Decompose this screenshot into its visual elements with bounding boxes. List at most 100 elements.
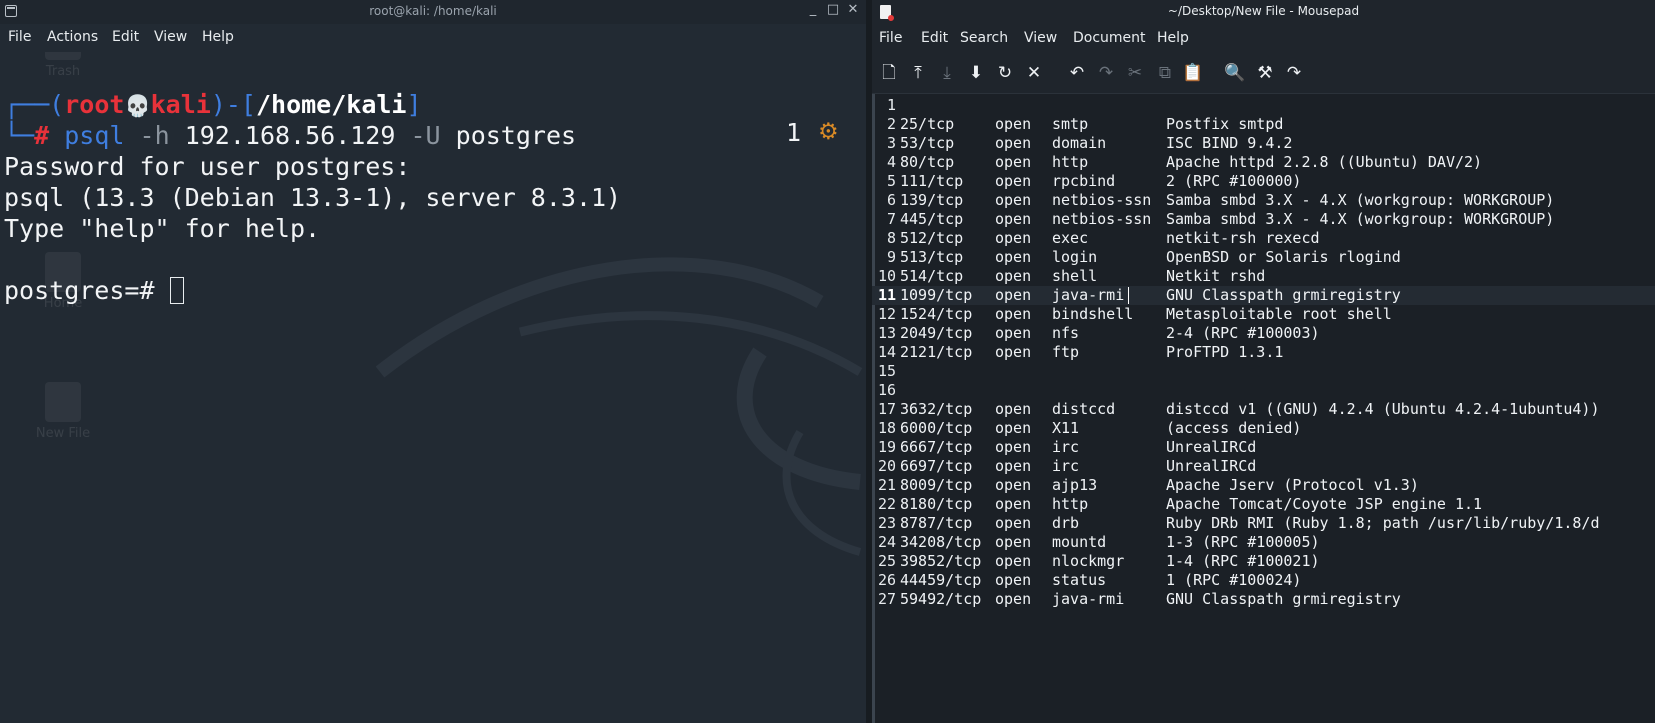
maximize-button[interactable]: □: [825, 2, 841, 17]
trash-icon: [45, 52, 81, 60]
reload-icon[interactable]: ↻: [992, 60, 1018, 86]
menu-search[interactable]: Search: [960, 30, 1008, 46]
line-number: 4: [886, 153, 896, 171]
editor-line[interactable]: 13 2049/tcp open nfs 2-4 (RPC #100003): [872, 324, 1655, 343]
service-text: http: [1052, 495, 1089, 513]
prompt-line-1: ┌──(root💀kali)-[/home/kali]: [4, 90, 422, 119]
menu-edit[interactable]: Edit: [112, 29, 139, 45]
undo-icon[interactable]: ↶: [1064, 60, 1090, 86]
save-as-icon[interactable]: ⬇: [963, 60, 989, 86]
editor-line[interactable]: 16: [872, 381, 1655, 400]
line-number: 8: [886, 229, 896, 247]
port-text: 8180/tcp: [900, 495, 973, 513]
port-text: 139/tcp: [900, 191, 964, 209]
terminal-title: root@kali: /home/kali: [369, 4, 497, 18]
search-icon[interactable]: 🔍: [1222, 60, 1248, 86]
terminal-titlebar[interactable]: root@kali: /home/kali _ □ ✕: [0, 0, 866, 24]
line-number: 14: [877, 343, 896, 361]
cut-icon[interactable]: ✂: [1122, 60, 1148, 86]
menu-actions[interactable]: Actions: [47, 29, 98, 45]
service-text: login: [1052, 248, 1098, 266]
editor-line[interactable]: 4 80/tcp open http Apache httpd 2.2.8 ((Ubun…: [872, 153, 1655, 172]
editor-line[interactable]: 25 39852/tcp open nlockmgr 1-4 (RPC #100021): [872, 552, 1655, 571]
port-text: 59492/tcp: [900, 590, 982, 608]
port-text: 44459/tcp: [900, 571, 982, 589]
mousepad-titlebar[interactable]: ~/Desktop/New File - Mousepad: [872, 0, 1655, 24]
menu-edit[interactable]: Edit: [921, 30, 948, 46]
editor-line[interactable]: 5 111/tcp open rpcbind 2 (RPC #100000): [872, 172, 1655, 191]
menu-help[interactable]: Help: [1157, 30, 1189, 46]
menu-help[interactable]: Help: [202, 29, 234, 45]
editor-line[interactable]: 19 6667/tcp open irc UnrealIRCd: [872, 438, 1655, 457]
line-number: 12: [877, 305, 896, 323]
go-to-line-icon[interactable]: ↷: [1281, 60, 1307, 86]
line-number: 27: [877, 590, 896, 608]
editor-line[interactable]: 6 139/tcp open netbios-ssn Samba smbd 3.X - …: [872, 191, 1655, 210]
editor-line[interactable]: 17 3632/tcp open distccd distccd v1 ((GNU) 4…: [872, 400, 1655, 419]
version-text: GNU Classpath grmiregistry: [1166, 286, 1401, 304]
terminal-output-area[interactable]: Trash Home New File ┌──(root💀kali)-[/hom…: [0, 52, 864, 723]
menu-view[interactable]: View: [154, 29, 187, 45]
service-text: bindshell: [1052, 305, 1134, 323]
service-text: mountd: [1052, 533, 1107, 551]
line-number: 24: [877, 533, 896, 551]
port-text: 1524/tcp: [900, 305, 973, 323]
editor-line[interactable]: 14 2121/tcp open ftp ProFTPD 1.3.1: [872, 343, 1655, 362]
mousepad-toolbar: 🗋 ⤒ ⤓ ⬇ ↻ ✕ ↶ ↷ ✂ ⧉ 📋 🔍 ⚒ ↷: [872, 58, 1655, 86]
paste-icon[interactable]: 📋: [1180, 60, 1206, 86]
search-replace-icon[interactable]: ⚒: [1252, 60, 1278, 86]
minimize-button[interactable]: _: [805, 2, 821, 17]
service-text: java-rmi: [1052, 286, 1125, 304]
line-number: 7: [886, 210, 896, 228]
editor-line[interactable]: 22 8180/tcp open http Apache Tomcat/Coyote J…: [872, 495, 1655, 514]
state-text: open: [995, 191, 1032, 209]
editor-line[interactable]: 11 1099/tcp open java-rmi GNU Classpath grmi…: [872, 286, 1655, 305]
editor-line[interactable]: 3 53/tcp open domain ISC BIND 9.4.2: [872, 134, 1655, 153]
editor-line[interactable]: 20 6697/tcp open irc UnrealIRCd: [872, 457, 1655, 476]
save-icon[interactable]: ⤓: [934, 60, 960, 86]
editor-line[interactable]: 27 59492/tcp open java-rmi GNU Classpath grm…: [872, 590, 1655, 609]
menu-document[interactable]: Document: [1073, 30, 1146, 46]
psql-prompt-line[interactable]: postgres=#: [4, 275, 184, 306]
terminal-window[interactable]: root@kali: /home/kali _ □ ✕ File Actions…: [0, 0, 866, 723]
skull-icon: 💀: [124, 94, 151, 118]
new-document-icon[interactable]: 🗋: [876, 60, 902, 86]
editor-line[interactable]: 26 44459/tcp open status 1 (RPC #100024): [872, 571, 1655, 590]
editor-line[interactable]: 8 512/tcp open exec netkit-rsh rexecd: [872, 229, 1655, 248]
editor-line[interactable]: 9 513/tcp open login OpenBSD or Solaris rlog…: [872, 248, 1655, 267]
menu-file[interactable]: File: [8, 29, 31, 45]
open-icon[interactable]: ⤒: [905, 60, 931, 86]
menu-view[interactable]: View: [1024, 30, 1057, 46]
editor-line[interactable]: 2 25/tcp open smtp Postfix smtpd: [872, 115, 1655, 134]
editor-line[interactable]: 7 445/tcp open netbios-ssn Samba smbd 3.X - …: [872, 210, 1655, 229]
port-text: 2121/tcp: [900, 343, 973, 361]
editor-line[interactable]: 24 34208/tcp open mountd 1-3 (RPC #100005): [872, 533, 1655, 552]
state-text: open: [995, 495, 1032, 513]
close-button[interactable]: ✕: [845, 2, 861, 17]
redo-icon[interactable]: ↷: [1093, 60, 1119, 86]
mousepad-menubar: File Edit Search View Document Help: [872, 27, 1655, 53]
menu-file[interactable]: File: [879, 30, 902, 46]
close-icon[interactable]: ✕: [1021, 60, 1047, 86]
version-text: 2-4 (RPC #100003): [1166, 324, 1320, 342]
editor-line[interactable]: 10 514/tcp open shell Netkit rshd: [872, 267, 1655, 286]
editor-line[interactable]: 1: [872, 96, 1655, 115]
service-text: nfs: [1052, 324, 1080, 342]
editor-line[interactable]: 12 1524/tcp open bindshell Metasploitable ro…: [872, 305, 1655, 324]
service-text: domain: [1052, 134, 1107, 152]
editor-line[interactable]: 18 6000/tcp open X11 (access denied): [872, 419, 1655, 438]
state-text: open: [995, 533, 1032, 551]
desktop-newfile-ghost: New File: [18, 382, 108, 441]
line-number: 9: [886, 248, 896, 266]
state-text: open: [995, 400, 1032, 418]
mousepad-window[interactable]: ~/Desktop/New File - Mousepad File Edit …: [872, 0, 1655, 723]
editor-line[interactable]: 23 8787/tcp open drb Ruby DRb RMI (Ruby 1.8;…: [872, 514, 1655, 533]
version-text: UnrealIRCd: [1166, 457, 1257, 475]
copy-icon[interactable]: ⧉: [1152, 60, 1178, 86]
version-text: Samba smbd 3.X - 4.X (workgroup: WORKGRO…: [1166, 191, 1555, 209]
editor-text-area[interactable]: 1 2 25/tcp open smtp Postfix smtpd 3 53/tcp open…: [872, 93, 1655, 723]
service-text: exec: [1052, 229, 1089, 247]
editor-line[interactable]: 21 8009/tcp open ajp13 Apache Jserv (Protoco…: [872, 476, 1655, 495]
version-text: Apache Jserv (Protocol v1.3): [1166, 476, 1419, 494]
editor-line[interactable]: 15: [872, 362, 1655, 381]
